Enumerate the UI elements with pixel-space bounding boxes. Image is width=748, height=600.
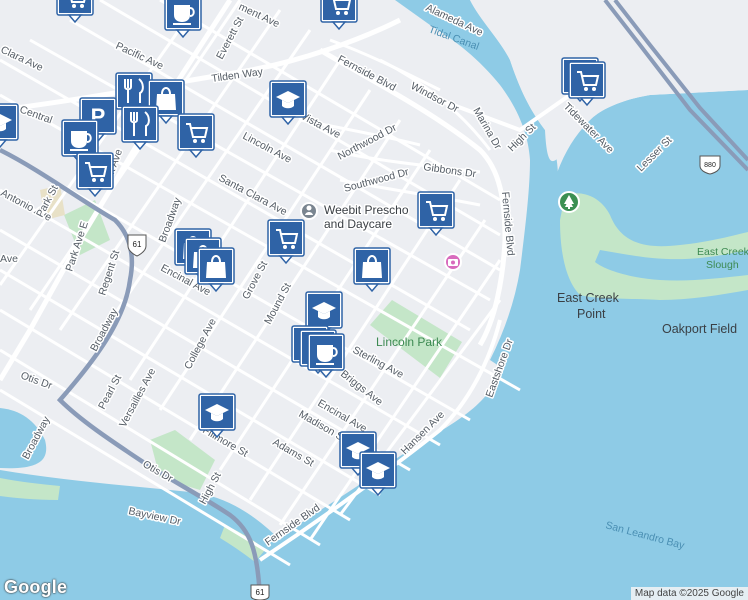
- grocery-marker[interactable]: [568, 61, 606, 106]
- grocery-marker[interactable]: [417, 191, 455, 236]
- grocery-marker[interactable]: [76, 152, 114, 197]
- park-tree-icon[interactable]: [558, 191, 580, 213]
- map-canvas[interactable]: 61 61 880 Pacific Ave Everett St Tilden …: [0, 0, 748, 600]
- school-marker[interactable]: [359, 451, 397, 496]
- map-attribution[interactable]: Map data ©2025 Google: [630, 587, 748, 600]
- poi-name: Weebit Prescho: [324, 203, 409, 217]
- school-marker[interactable]: [0, 103, 19, 148]
- svg-text:61: 61: [133, 240, 142, 249]
- place-label-line2: Point: [577, 307, 606, 321]
- shopping-bag-marker[interactable]: [197, 247, 235, 292]
- place-label: East Creek: [557, 291, 620, 305]
- highway-shield-880: 880: [699, 155, 721, 175]
- school-marker[interactable]: [198, 393, 236, 438]
- highway-shield-61-b: 61: [250, 584, 270, 600]
- restaurant-marker[interactable]: [121, 105, 159, 150]
- cafe-marker[interactable]: [307, 333, 345, 378]
- svg-text:880: 880: [704, 162, 716, 169]
- park-label: Lincoln Park: [376, 335, 443, 349]
- place-label: Oakport Field: [662, 322, 737, 336]
- grocery-marker[interactable]: [177, 113, 215, 158]
- park-label: East Creek: [697, 246, 748, 258]
- poi-name-line2: and Daycare: [324, 217, 392, 231]
- school-marker[interactable]: [269, 80, 307, 125]
- google-logo: Google: [4, 577, 68, 597]
- grocery-marker[interactable]: [267, 219, 305, 264]
- road-label: Ave: [0, 253, 18, 265]
- svg-text:61: 61: [256, 588, 265, 597]
- park-label-line2: Slough: [706, 259, 739, 271]
- shopping-bag-marker[interactable]: [353, 247, 391, 292]
- camera-poi-icon[interactable]: [444, 253, 462, 271]
